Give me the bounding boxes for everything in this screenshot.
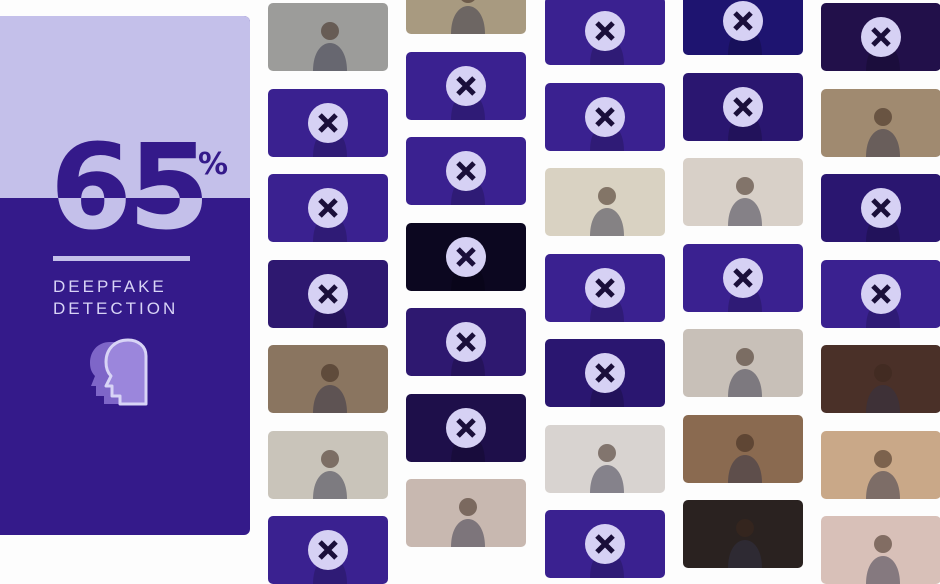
- deepfake-video-thumbnail: [545, 254, 665, 322]
- deepfake-video-thumbnail: [268, 516, 388, 584]
- person-silhouette: [728, 434, 762, 483]
- deepfake-x-icon: [585, 97, 625, 137]
- deepfake-x-icon: [585, 11, 625, 51]
- person-silhouette: [313, 364, 347, 413]
- deepfake-video-thumbnail: [821, 3, 940, 71]
- person-silhouette: [313, 22, 347, 71]
- deepfake-x-icon: [723, 87, 763, 127]
- person-silhouette: [590, 187, 624, 236]
- deepfake-x-icon: [446, 151, 486, 191]
- real-video-thumbnail: [683, 158, 803, 226]
- deepfake-x-icon: [446, 237, 486, 277]
- stat-label-line2: DETECTION: [53, 299, 179, 318]
- real-video-thumbnail: [683, 329, 803, 397]
- person-silhouette: [313, 450, 347, 499]
- deepfake-video-thumbnail: [406, 223, 526, 291]
- real-video-thumbnail: [268, 3, 388, 71]
- deepfake-video-thumbnail: [268, 174, 388, 242]
- person-silhouette: [866, 108, 900, 157]
- deepfake-video-thumbnail: [545, 510, 665, 578]
- person-silhouette: [451, 498, 485, 547]
- deepfake-video-thumbnail: [268, 260, 388, 328]
- deepfake-x-icon: [308, 274, 348, 314]
- person-silhouette: [866, 535, 900, 584]
- real-video-thumbnail: [821, 516, 940, 584]
- real-video-thumbnail: [683, 500, 803, 568]
- deepfake-x-icon: [723, 1, 763, 41]
- real-video-thumbnail: [683, 415, 803, 483]
- deepfake-x-icon: [308, 188, 348, 228]
- person-silhouette: [451, 0, 485, 34]
- deepfake-x-icon: [446, 408, 486, 448]
- deepfake-video-thumbnail: [683, 0, 803, 55]
- deepfake-x-icon: [308, 103, 348, 143]
- deepfake-video-thumbnail: [683, 244, 803, 312]
- person-silhouette: [728, 177, 762, 226]
- deepfake-x-icon: [585, 353, 625, 393]
- divider: [53, 256, 190, 261]
- stat-unit: %: [198, 147, 229, 182]
- deepfake-video-thumbnail: [268, 89, 388, 157]
- stat-label-line1: DEEPFAKE: [53, 277, 167, 296]
- deepfake-video-thumbnail: [545, 0, 665, 65]
- real-video-thumbnail: [821, 431, 940, 499]
- deepfake-x-icon: [308, 530, 348, 570]
- deepfake-video-thumbnail: [406, 308, 526, 376]
- deepfake-video-thumbnail: [406, 394, 526, 462]
- real-video-thumbnail: [406, 0, 526, 34]
- deepfake-x-icon: [861, 274, 901, 314]
- deepfake-x-icon: [861, 17, 901, 57]
- real-video-thumbnail: [545, 425, 665, 493]
- deepfake-video-thumbnail: [545, 339, 665, 407]
- deepfake-x-icon: [446, 66, 486, 106]
- person-silhouette: [866, 450, 900, 499]
- deepfake-video-thumbnail: [821, 260, 940, 328]
- deepfake-video-thumbnail: [821, 174, 940, 242]
- person-silhouette: [728, 348, 762, 397]
- person-silhouette: [728, 519, 762, 568]
- deepfake-x-icon: [723, 258, 763, 298]
- real-video-thumbnail: [821, 345, 940, 413]
- head-profile-icon: [90, 338, 148, 406]
- deepfake-x-icon: [446, 322, 486, 362]
- real-video-thumbnail: [268, 431, 388, 499]
- stat-value-top: 65: [50, 118, 210, 198]
- real-video-thumbnail: [406, 479, 526, 547]
- real-video-thumbnail: [545, 168, 665, 236]
- person-silhouette: [866, 364, 900, 413]
- deepfake-detection-stat-panel: 65 65 % DEEPFAKE DETECTION: [0, 16, 250, 535]
- deepfake-x-icon: [585, 268, 625, 308]
- person-silhouette: [590, 444, 624, 493]
- stat-value-dark-layer: 65 %: [0, 16, 250, 198]
- deepfake-x-icon: [585, 524, 625, 564]
- deepfake-video-thumbnail: [545, 83, 665, 151]
- deepfake-video-thumbnail: [406, 52, 526, 120]
- deepfake-video-thumbnail: [406, 137, 526, 205]
- real-video-thumbnail: [821, 89, 940, 157]
- deepfake-x-icon: [861, 188, 901, 228]
- deepfake-video-thumbnail: [683, 73, 803, 141]
- real-video-thumbnail: [268, 345, 388, 413]
